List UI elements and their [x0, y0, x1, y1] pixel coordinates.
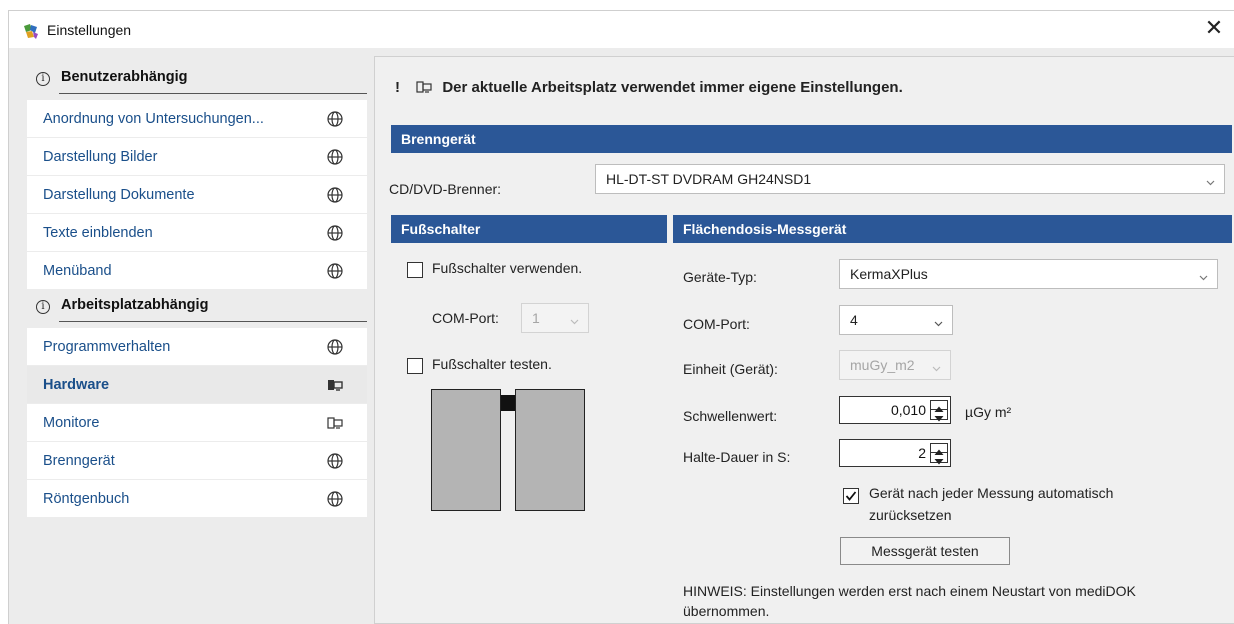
- nav-item-darstellung-bilder[interactable]: Darstellung Bilder: [27, 138, 367, 176]
- dose-port-value: 4: [850, 312, 858, 328]
- info-icon: i: [36, 72, 50, 86]
- window-title: Einstellungen: [47, 22, 132, 38]
- workstation-icon: [327, 415, 343, 431]
- burner-select[interactable]: HL-DT-ST DVDRAM GH24NSD1: [595, 164, 1225, 194]
- unit-select[interactable]: muGy_m2: [839, 350, 951, 380]
- footswitch-port-value: 1: [532, 310, 540, 326]
- section-header-dose-meter: Flächendosis-Messgerät: [673, 215, 1232, 243]
- settings-nav: i Benutzerabhängig Anordnung von Untersu…: [27, 64, 367, 524]
- hold-duration-label: Halte-Dauer in S:: [683, 449, 791, 465]
- nav-item-label: Anordnung von Untersuchungen...: [43, 111, 264, 127]
- close-icon[interactable]: ✕: [1202, 17, 1226, 41]
- globe-icon: [327, 225, 343, 241]
- hardware-settings-panel: ! Der aktuelle Arbeitsplatz verwendet im…: [374, 56, 1234, 624]
- auto-reset-label-line1: Gerät nach jeder Messung automatisch: [869, 485, 1114, 501]
- spin-up-icon[interactable]: [931, 444, 947, 455]
- check-icon: [845, 491, 857, 501]
- restart-hint-line2: übernommen.: [683, 603, 770, 619]
- footswitch-pedal-left: [431, 389, 501, 511]
- restart-hint-line1: HINWEIS: Einstellungen werden erst nach …: [683, 583, 1136, 599]
- nav-item-menueband[interactable]: Menüband: [27, 252, 367, 290]
- nav-group-label: Arbeitsplatzabhängig: [61, 297, 209, 313]
- divider: [59, 93, 367, 94]
- spin-up-icon[interactable]: [931, 401, 947, 412]
- chevron-down-icon: [934, 315, 943, 327]
- globe-icon: [327, 149, 343, 165]
- divider: [59, 321, 367, 322]
- hold-duration-spinner[interactable]: 2: [839, 439, 951, 467]
- nav-group-header-workstation: i Arbeitsplatzabhängig: [27, 292, 367, 328]
- threshold-value: 0,010: [890, 402, 926, 418]
- nav-item-label: Darstellung Dokumente: [43, 187, 195, 203]
- nav-item-roentgenbuch[interactable]: Röntgenbuch: [27, 480, 367, 518]
- info-icon: i: [36, 300, 50, 314]
- spin-down-icon[interactable]: [931, 410, 947, 422]
- threshold-unit: µGy m²: [965, 404, 1012, 420]
- nav-item-darstellung-dokumente[interactable]: Darstellung Dokumente: [27, 176, 367, 214]
- chevron-down-icon: [570, 313, 579, 325]
- auto-reset-checkbox[interactable]: [843, 488, 859, 504]
- test-device-button[interactable]: Messgerät testen: [840, 537, 1010, 565]
- nav-item-label: Brenngerät: [43, 453, 115, 469]
- chevron-down-icon: [1199, 269, 1208, 281]
- globe-icon: [327, 263, 343, 279]
- globe-icon: [327, 111, 343, 127]
- nav-item-brenngeraet[interactable]: Brenngerät: [27, 442, 367, 480]
- nav-item-label: Hardware: [43, 377, 110, 393]
- warning-glyph: !: [395, 79, 400, 96]
- nav-item-programmverhalten[interactable]: Programmverhalten: [27, 328, 367, 366]
- notice-text: Der aktuelle Arbeitsplatz verwendet imme…: [442, 79, 903, 96]
- puzzle-icon: [22, 22, 40, 40]
- nav-item-hardware[interactable]: Hardware: [27, 366, 367, 404]
- device-type-value: KermaXPlus: [850, 266, 928, 282]
- footswitch-use-checkbox[interactable]: [407, 262, 423, 278]
- spin-down-icon[interactable]: [931, 453, 947, 465]
- nav-item-label: Röntgenbuch: [43, 491, 130, 507]
- workstation-icon: [416, 79, 438, 96]
- footswitch-port-select[interactable]: 1: [521, 303, 589, 333]
- threshold-label: Schwellenwert:: [683, 408, 778, 424]
- footswitch-use-label: Fußschalter verwenden.: [432, 260, 583, 276]
- nav-item-label: Darstellung Bilder: [43, 149, 158, 165]
- title-bar: Einstellungen ✕: [8, 10, 1234, 48]
- device-type-label: Geräte-Typ:: [683, 269, 757, 285]
- footswitch-pedal-indicator: [501, 397, 515, 411]
- footswitch-port-label: COM-Port:: [432, 310, 499, 326]
- nav-item-label: Texte einblenden: [43, 225, 153, 241]
- workstation-notice: ! Der aktuelle Arbeitsplatz verwendet im…: [395, 79, 903, 96]
- nav-item-label: Menüband: [43, 263, 112, 279]
- section-header-brenngeraet: Brenngerät: [391, 125, 1232, 153]
- nav-item-label: Monitore: [43, 415, 100, 431]
- burner-label: CD/DVD-Brenner:: [389, 181, 502, 197]
- hold-duration-value: 2: [918, 445, 926, 461]
- nav-item-label: Programmverhalten: [43, 339, 171, 355]
- chevron-down-icon: [932, 360, 941, 372]
- spinner-arrows: [930, 443, 948, 465]
- globe-icon: [327, 339, 343, 355]
- nav-group-header-user: i Benutzerabhängig: [27, 64, 367, 100]
- globe-icon: [327, 453, 343, 469]
- nav-item-texte-einblenden[interactable]: Texte einblenden: [27, 214, 367, 252]
- threshold-spinner[interactable]: 0,010: [839, 396, 951, 424]
- globe-icon: [327, 491, 343, 507]
- unit-value: muGy_m2: [850, 357, 915, 373]
- chevron-down-icon: [1206, 174, 1215, 186]
- nav-item-monitore[interactable]: Monitore: [27, 404, 367, 442]
- nav-group-label: Benutzerabhängig: [61, 69, 188, 85]
- window-content: i Benutzerabhängig Anordnung von Untersu…: [8, 48, 1234, 624]
- footswitch-test-label: Fußschalter testen.: [432, 356, 552, 372]
- auto-reset-label-line2: zurücksetzen: [869, 507, 952, 523]
- workstation-icon: [327, 377, 343, 393]
- dose-port-label: COM-Port:: [683, 316, 750, 332]
- section-header-fussschalter: Fußschalter: [391, 215, 667, 243]
- dose-port-select[interactable]: 4: [839, 305, 953, 335]
- footswitch-test-checkbox[interactable]: [407, 358, 423, 374]
- unit-label: Einheit (Gerät):: [683, 361, 778, 377]
- burner-value: HL-DT-ST DVDRAM GH24NSD1: [606, 171, 812, 187]
- device-type-select[interactable]: KermaXPlus: [839, 259, 1218, 289]
- spinner-arrows: [930, 400, 948, 422]
- globe-icon: [327, 187, 343, 203]
- nav-item-anordnung[interactable]: Anordnung von Untersuchungen...: [27, 100, 367, 138]
- footswitch-pedal-right: [515, 389, 585, 511]
